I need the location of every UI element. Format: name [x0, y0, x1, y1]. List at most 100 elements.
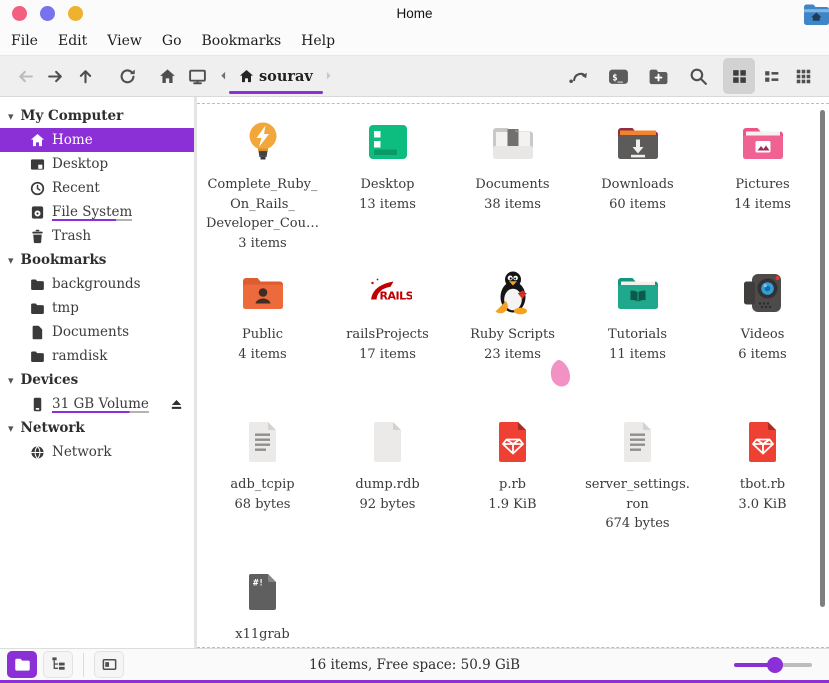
file-item-server-settings-ron[interactable]: server_​settings.​ron674 bytes: [575, 418, 700, 568]
menu-bookmarks[interactable]: Bookmarks: [202, 33, 282, 49]
goto-location-button[interactable]: [563, 60, 593, 92]
file-name: Complete_​Ruby_​On_​Rails_​Developer_​Co…: [203, 175, 323, 234]
forward-button[interactable]: [40, 60, 70, 92]
tab-scroll-left-icon[interactable]: [214, 60, 232, 92]
sidebar-section-network[interactable]: ▾Network: [0, 416, 194, 440]
file-meta: 3 items: [203, 234, 323, 254]
show-desktop-button[interactable]: [182, 60, 212, 92]
folder-icon: [30, 349, 45, 364]
sidebar-item-recent[interactable]: Recent: [0, 176, 194, 200]
open-terminal-button[interactable]: $_: [603, 60, 633, 92]
downloads-folder-icon: [614, 118, 662, 166]
sidebar-item-documents[interactable]: Documents: [0, 320, 194, 344]
file-item-pictures[interactable]: Pictures14 items: [700, 118, 825, 268]
menu-edit[interactable]: Edit: [58, 33, 87, 49]
icon-view-button[interactable]: [723, 58, 755, 94]
file-item-p-rb[interactable]: p.​rb1.9 KiB: [450, 418, 575, 568]
svg-text:$_: $_: [612, 73, 623, 83]
file-item-downloads[interactable]: Downloads60 items: [575, 118, 700, 268]
show-directory-tree-button[interactable]: [43, 651, 73, 678]
file-item-x11grab[interactable]: #!x11grab: [200, 568, 325, 648]
file-item-tbot-rb[interactable]: tbot.​rb3.0 KiB: [700, 418, 825, 568]
sidebar-item-file-system[interactable]: File System: [0, 200, 194, 224]
menu-go[interactable]: Go: [162, 33, 182, 49]
svg-text:#!: #!: [253, 579, 264, 589]
script-file-icon: #!: [239, 568, 287, 616]
toggle-side-pane-button[interactable]: [94, 651, 124, 678]
sidebar-item-trash[interactable]: Trash: [0, 224, 194, 248]
collapse-arrow-icon[interactable]: ▾: [8, 110, 14, 123]
up-button[interactable]: [70, 60, 100, 92]
sidebar-item-backgrounds[interactable]: backgrounds: [0, 272, 194, 296]
sidebar-section-bookmarks[interactable]: ▾ Bookmarks: [0, 248, 194, 272]
file-meta: 6 items: [703, 345, 823, 365]
detailed-list-view-button[interactable]: [755, 58, 787, 94]
refresh-button[interactable]: [112, 60, 142, 92]
collapse-arrow-icon[interactable]: ▾: [8, 254, 14, 267]
menu-view[interactable]: View: [107, 33, 142, 49]
course-lightbulb-icon: [239, 118, 287, 166]
menu-file[interactable]: File: [11, 33, 38, 49]
sidebar-section-label: Bookmarks: [21, 252, 107, 268]
file-name: adb_​tcpip: [203, 475, 323, 495]
sidebar-item-31-gb-volume[interactable]: 31 GB Volume: [0, 392, 194, 416]
slider-handle[interactable]: [767, 657, 783, 673]
file-item-complete-ruby-on-rails-developer-cou[interactable]: Complete_​Ruby_​On_​Rails_​Developer_​Co…: [200, 118, 325, 268]
sidebar-item-label: 31 GB Volume: [52, 396, 149, 413]
sidebar-item-ramdisk[interactable]: ramdisk: [0, 344, 194, 368]
new-folder-button[interactable]: [643, 60, 673, 92]
sidebar-item-tmp[interactable]: tmp: [0, 296, 194, 320]
content-clip-indicator-top: [197, 103, 829, 104]
sidebar-item-desktop[interactable]: Desktop: [0, 152, 194, 176]
desktop-icon: [30, 157, 45, 172]
tab-scroll-right-icon[interactable]: [320, 60, 338, 92]
collapse-arrow-icon[interactable]: ▾: [8, 422, 14, 435]
tux-penguin-icon: [489, 268, 537, 316]
file-item-dump-rdb[interactable]: dump.​rdb92 bytes: [325, 418, 450, 568]
file-meta: 92 bytes: [328, 495, 448, 515]
file-name: railsProjects: [328, 325, 448, 345]
blank-file-icon: [364, 418, 412, 466]
file-item-public[interactable]: Public4 items: [200, 268, 325, 418]
show-places-button[interactable]: [7, 651, 37, 678]
path-tab-sourav[interactable]: sourav: [234, 60, 318, 92]
menu-help[interactable]: Help: [301, 33, 335, 49]
folder-view[interactable]: Complete_​Ruby_​On_​Rails_​Developer_​Co…: [197, 97, 829, 648]
file-item-railsprojects[interactable]: RAILSrailsProjects17 items: [325, 268, 450, 418]
file-item-ruby-scripts[interactable]: Ruby Scripts23 items: [450, 268, 575, 418]
sidebar-item-label: backgrounds: [52, 276, 141, 292]
file-meta: 1.9 KiB: [453, 495, 573, 515]
menubar: File Edit View Go Bookmarks Help: [0, 27, 829, 55]
vertical-scrollbar[interactable]: [820, 110, 825, 607]
file-item-desktop[interactable]: Desktop13 items: [325, 118, 450, 268]
file-grid: Complete_​Ruby_​On_​Rails_​Developer_​Co…: [200, 118, 825, 648]
icon-size-slider[interactable]: [734, 657, 812, 673]
file-meta: 38 items: [453, 195, 573, 215]
status-text: 16 items, Free space: 50.9 GiB: [309, 657, 520, 673]
home-icon: [30, 133, 45, 148]
back-button[interactable]: [10, 60, 40, 92]
compact-view-button[interactable]: [787, 58, 819, 94]
file-item-tutorials[interactable]: Tutorials11 items: [575, 268, 700, 418]
sidebar-item-label: Recent: [52, 180, 100, 196]
file-manager-window: Home File Edit View Go Bookmarks Help sourav: [0, 0, 829, 683]
collapse-arrow-icon[interactable]: ▾: [8, 374, 14, 387]
sidebar-section-devices[interactable]: ▾Devices: [0, 368, 194, 392]
home-button[interactable]: [152, 60, 182, 92]
sidebar-section-my-computer[interactable]: ▾My Computer: [0, 104, 194, 128]
eject-icon[interactable]: [169, 397, 184, 412]
file-item-documents[interactable]: Documents38 items: [450, 118, 575, 268]
file-name: p.​rb: [453, 475, 573, 495]
titlebar: Home: [0, 0, 829, 27]
search-button[interactable]: [683, 60, 713, 92]
file-meta: 68 bytes: [203, 495, 323, 515]
folder-icon: [30, 277, 45, 292]
file-name: Tutorials: [578, 325, 698, 345]
sidebar-item-home[interactable]: Home: [0, 128, 194, 152]
sidebar-item-label: Network: [52, 444, 112, 460]
file-item-adb-tcpip[interactable]: adb_​tcpip68 bytes: [200, 418, 325, 568]
file-item-videos[interactable]: Videos6 items: [700, 268, 825, 418]
file-meta: 3.0 KiB: [703, 495, 823, 515]
sidebar-item-network[interactable]: Network: [0, 440, 194, 464]
window-title: Home: [0, 6, 829, 21]
